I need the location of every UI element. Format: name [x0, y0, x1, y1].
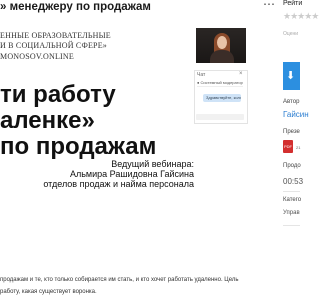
slide-headline: ти работу — [0, 81, 116, 108]
presenter-face — [217, 36, 227, 49]
divider — [283, 191, 300, 192]
chat-message: ● Системный модератор — [197, 80, 243, 87]
rating-stars[interactable]: ★★★★★ — [283, 11, 319, 22]
chat-label: Чат — [197, 72, 206, 78]
author-label: Автор — [283, 99, 300, 105]
organization-line: И В СОЦИАЛЬНОЙ СФЕРЕ» — [0, 41, 107, 50]
author-link[interactable]: Гайсин — [283, 110, 309, 119]
page-title: » менеджеру по продажам — [0, 1, 151, 13]
description-text: работу, какая существует воронка. — [0, 289, 97, 295]
download-icon: ⬇ — [286, 70, 296, 82]
rate-label: Оцени — [283, 31, 299, 37]
download-button[interactable]: ⬇ — [283, 62, 300, 90]
organization-line: ЕННЫЕ ОБРАЗОВАТЕЛЬНЫЕ — [0, 31, 111, 40]
category-label: Катего — [283, 197, 302, 203]
presentation-label: Презе — [283, 129, 300, 135]
slide-headline: аленке» — [0, 107, 95, 134]
presenter-role: отделов продаж и найма персонала — [43, 179, 194, 189]
chat-input[interactable] — [196, 114, 244, 120]
description-text: продажам и те, кто только собирается им … — [0, 277, 239, 283]
slide-headline: по продажам — [0, 133, 157, 160]
pdf-icon[interactable]: PDF — [283, 140, 293, 153]
rating-label: Рейти — [283, 0, 303, 7]
close-icon[interactable]: × — [239, 71, 243, 77]
pdf-count: 21 — [296, 145, 301, 150]
category-value[interactable]: Управ — [283, 210, 300, 216]
organization-website: MONOSOV.ONLINE — [0, 52, 74, 61]
presenter-info: Ведущий вебинара: Альмира Рашидовна Гайс… — [43, 159, 194, 189]
presenter-name: Альмира Рашидовна Гайсина — [69, 169, 194, 179]
duration-value: 00:53 — [283, 177, 304, 186]
duration-label: Продо — [283, 163, 301, 169]
presenter-label: Ведущий вебинара: — [111, 159, 194, 169]
divider — [283, 225, 300, 226]
more-icon[interactable]: ⋯ — [263, 0, 277, 10]
chat-bubble: Здравствуйте, коллеги — [203, 94, 241, 102]
presenter-body — [210, 50, 234, 63]
